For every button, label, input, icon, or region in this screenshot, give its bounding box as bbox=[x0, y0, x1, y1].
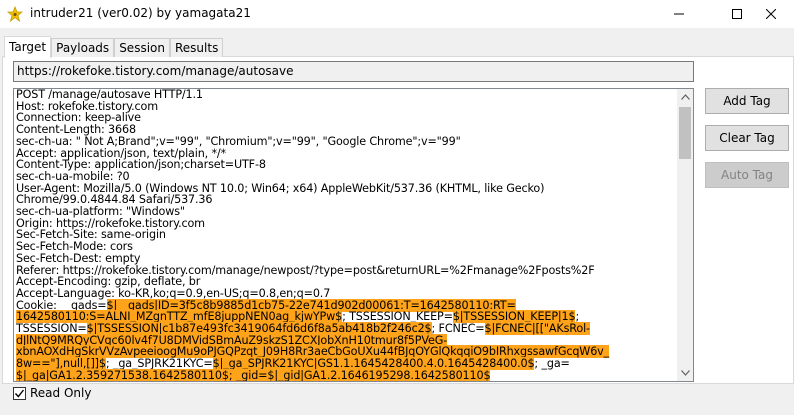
chevron-down-icon bbox=[680, 370, 690, 376]
maximize-icon bbox=[732, 9, 742, 19]
tagged-segment: $|FCNEC|[["AKsRol- bbox=[484, 322, 590, 336]
request-line: Accept-Language: ko-KR,ko;q=0.9,en-US;q=… bbox=[16, 288, 678, 300]
checkmark-icon bbox=[14, 389, 25, 398]
tab-session[interactable]: Session bbox=[114, 38, 170, 57]
app-icon bbox=[7, 6, 23, 22]
tab-target[interactable]: Target bbox=[4, 36, 52, 58]
target-url-field[interactable]: https://rokefoke.tistory.com/manage/auto… bbox=[13, 61, 694, 82]
add-tag-button[interactable]: Add Tag bbox=[705, 88, 789, 114]
read-only-label: Read Only bbox=[30, 386, 92, 400]
minimize-icon bbox=[674, 13, 684, 15]
clear-tag-button[interactable]: Clear Tag bbox=[705, 125, 789, 151]
request-text: POST /manage/autosave HTTP/1.1 Host: roke… bbox=[16, 89, 678, 382]
tab-payloads[interactable]: Payloads bbox=[51, 38, 115, 57]
vertical-scrollbar[interactable] bbox=[677, 89, 693, 381]
chevron-up-icon bbox=[680, 94, 690, 100]
read-only-option[interactable]: Read Only bbox=[13, 385, 91, 401]
scroll-up-button[interactable] bbox=[677, 89, 693, 105]
request-editor[interactable]: POST /manage/autosave HTTP/1.1 Host: roke… bbox=[13, 88, 694, 382]
tagged-segment: $|_ga|GA1.2.359271538.1642580110$; _gid=… bbox=[16, 368, 491, 382]
close-icon bbox=[766, 9, 776, 19]
scroll-down-button[interactable] bbox=[677, 365, 693, 381]
close-button[interactable] bbox=[748, 0, 794, 28]
text-segment: ; _ga= bbox=[534, 357, 570, 371]
minimize-button[interactable] bbox=[656, 0, 702, 28]
tab-strip: Target Payloads Session Results bbox=[4, 36, 224, 58]
request-line: TSSESSION=$|TSSESSION|c1b87e493fc3419064… bbox=[16, 322, 678, 336]
scroll-thumb[interactable] bbox=[679, 107, 691, 159]
auto-tag-button[interactable]: Auto Tag bbox=[705, 162, 789, 188]
tab-results[interactable]: Results bbox=[169, 38, 224, 57]
title-bar: intruder21 (ver0.02) by yamagata21 bbox=[0, 0, 794, 28]
request-line: $|_ga|GA1.2.359271538.1642580110$; _gid=… bbox=[16, 368, 678, 382]
window-title: intruder21 (ver0.02) by yamagata21 bbox=[30, 6, 251, 20]
read-only-checkbox[interactable] bbox=[13, 386, 26, 400]
